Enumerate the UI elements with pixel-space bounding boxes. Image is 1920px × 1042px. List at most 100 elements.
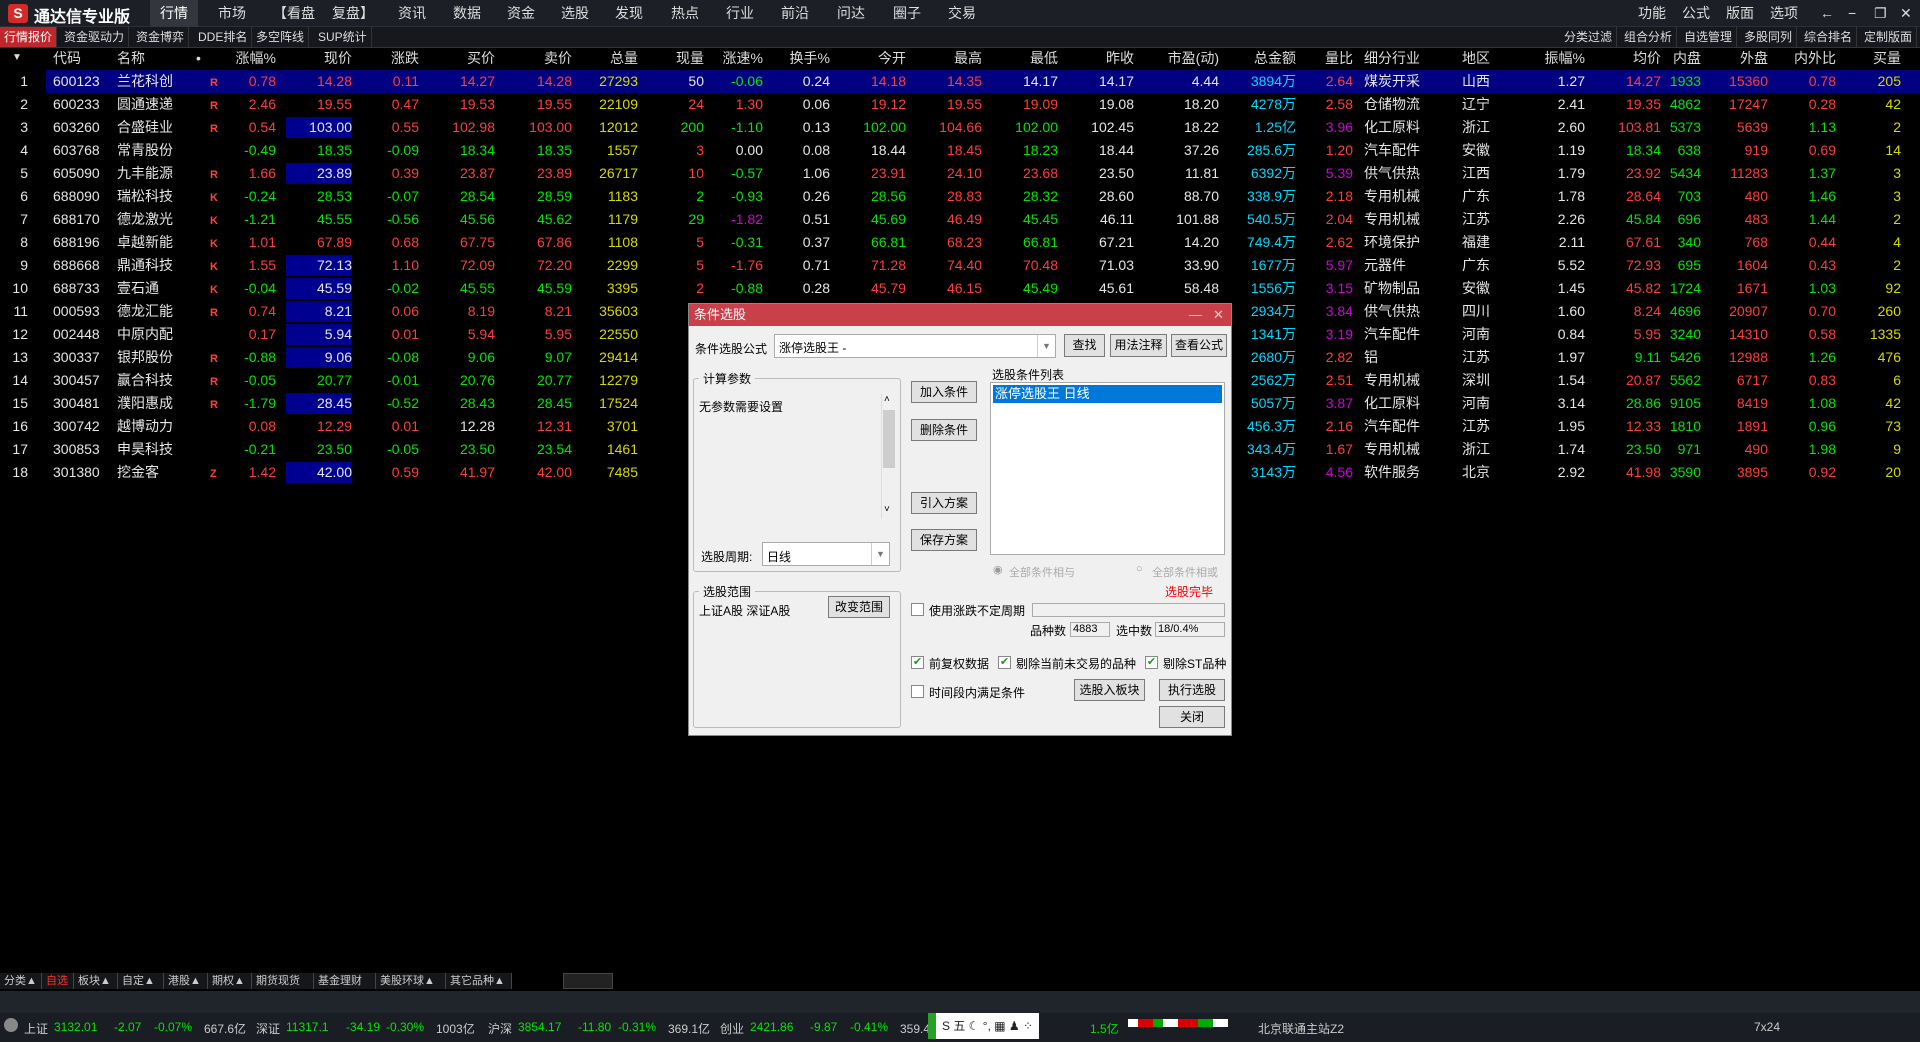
stock-code[interactable]: 300481 <box>53 392 100 415</box>
header-col-18[interactable]: 振幅% <box>1545 48 1585 68</box>
header-col-1[interactable]: 现价 <box>324 48 352 68</box>
toolbar-tab-0[interactable]: 行情报价 <box>0 27 58 47</box>
period-select[interactable]: 日线 ▼ <box>762 542 890 566</box>
stock-name[interactable]: 中原内配 <box>117 323 173 346</box>
menu-right-1[interactable]: 公式 <box>1672 0 1720 27</box>
header-col-22[interactable]: 内外比 <box>1794 48 1836 68</box>
menu-13[interactable]: 圈子 <box>883 0 931 27</box>
toolbar-tab-3[interactable]: DDE排名 <box>194 27 253 47</box>
header-col-2[interactable]: 涨跌 <box>391 48 419 68</box>
stock-name[interactable]: 圆通速递 <box>117 93 173 116</box>
stock-code[interactable]: 688196 <box>53 231 100 254</box>
header-code[interactable]: 代码 <box>53 48 81 68</box>
header-col-4[interactable]: 卖价 <box>544 48 572 68</box>
menu-12[interactable]: 问达 <box>827 0 875 27</box>
toolbar-right-3[interactable]: 多股同列 <box>1740 27 1798 47</box>
stock-name[interactable]: 鼎通科技 <box>117 254 173 277</box>
save-to-block-button[interactable]: 选股入板块 <box>1074 679 1145 701</box>
menu-4[interactable]: 资讯 <box>388 0 436 27</box>
header-col-0[interactable]: 涨幅% <box>236 48 276 68</box>
header-col-3[interactable]: 买价 <box>467 48 495 68</box>
header-col-9[interactable]: 今开 <box>878 48 906 68</box>
bottom-tab-6[interactable]: 期货现货▲ <box>252 973 314 1003</box>
execute-selection-button[interactable]: 执行选股 <box>1159 679 1225 701</box>
scroll-down-icon[interactable]: ˅ <box>884 504 890 515</box>
condition-list-item[interactable]: 涨停选股王 日线 <box>993 385 1222 403</box>
stock-name[interactable]: 申昊科技 <box>117 438 173 461</box>
bottom-tab-5[interactable]: 期权▲ <box>208 973 252 989</box>
header-col-17[interactable]: 地区 <box>1462 48 1490 68</box>
menu-10[interactable]: 行业 <box>716 0 764 27</box>
bottom-tab-1[interactable]: 自选 <box>42 973 74 989</box>
toolbar-tab-2[interactable]: 资金博弈 <box>132 27 190 47</box>
stock-code[interactable]: 600123 <box>53 70 100 93</box>
bottom-tab-3[interactable]: 自定▲ <box>118 973 164 989</box>
header-col-14[interactable]: 总金额 <box>1254 48 1296 68</box>
ime-toolbar[interactable]: S 五 ☾ °, ▦ ♟ ⁘ <box>928 1013 1040 1039</box>
bottom-tab-4[interactable]: 港股▲ <box>164 973 208 989</box>
header-col-19[interactable]: 均价 <box>1633 48 1661 68</box>
toolbar-right-2[interactable]: 自选管理 <box>1680 27 1738 47</box>
toolbar-right-4[interactable]: 综合排名 <box>1800 27 1858 47</box>
stock-code[interactable]: 300457 <box>53 369 100 392</box>
stock-code[interactable]: 603768 <box>53 139 100 162</box>
stock-code[interactable]: 688668 <box>53 254 100 277</box>
sort-icon[interactable]: ▼ <box>12 48 22 68</box>
minimize-button[interactable]: − <box>1838 0 1866 27</box>
stock-name[interactable]: 濮阳惠成 <box>117 392 173 415</box>
menu-7[interactable]: 选股 <box>551 0 599 27</box>
menu-6[interactable]: 资金 <box>497 0 545 27</box>
toolbar-tab-5[interactable]: SUP统计 <box>314 27 372 47</box>
bottom-tab-8[interactable]: 美股环球▲ <box>376 973 446 989</box>
use-period-checkbox[interactable] <box>911 603 924 616</box>
news-7x24[interactable]: 7x24 <box>1754 1020 1780 1034</box>
exclude-untraded-checkbox[interactable]: ✔ <box>998 656 1011 669</box>
save-scheme-button[interactable]: 保存方案 <box>911 529 977 551</box>
delete-condition-button[interactable]: 删除条件 <box>911 419 977 441</box>
menu-right-2[interactable]: 版面 <box>1716 0 1764 27</box>
header-col-23[interactable]: 买量 <box>1873 48 1901 68</box>
tab-scroll[interactable] <box>563 973 613 989</box>
header-col-5[interactable]: 总量 <box>610 48 638 68</box>
view-formula-button[interactable]: 查看公式 <box>1171 334 1227 357</box>
stock-name[interactable]: 银邦股份 <box>117 346 173 369</box>
minimize-icon[interactable]: — <box>1189 304 1202 326</box>
stock-code[interactable]: 688170 <box>53 208 100 231</box>
chevron-down-icon[interactable]: ▼ <box>871 543 889 565</box>
menu-11[interactable]: 前沿 <box>771 0 819 27</box>
header-col-13[interactable]: 市盈(动) <box>1168 48 1219 68</box>
header-col-20[interactable]: 内盘 <box>1673 48 1701 68</box>
scroll-thumb[interactable] <box>883 410 895 468</box>
menu-14[interactable]: 交易 <box>938 0 986 27</box>
header-col-11[interactable]: 最低 <box>1030 48 1058 68</box>
stock-name[interactable]: 九丰能源 <box>117 162 173 185</box>
stock-code[interactable]: 600233 <box>53 93 100 116</box>
change-range-button[interactable]: 改变范围 <box>828 596 890 618</box>
toolbar-right-0[interactable]: 分类过滤 <box>1560 27 1618 47</box>
header-col-7[interactable]: 涨速% <box>723 48 763 68</box>
stock-code[interactable]: 300337 <box>53 346 100 369</box>
header-name[interactable]: 名称 <box>117 48 145 68</box>
find-button[interactable]: 查找 <box>1064 334 1105 357</box>
stock-code[interactable]: 603260 <box>53 116 100 139</box>
stock-code[interactable]: 000593 <box>53 300 100 323</box>
header-col-12[interactable]: 昨收 <box>1106 48 1134 68</box>
header-col-16[interactable]: 细分行业 <box>1364 48 1420 68</box>
stock-name[interactable]: 常青股份 <box>117 139 173 162</box>
menu-3[interactable]: 复盘】 <box>322 0 384 27</box>
stock-name[interactable]: 壹石通 <box>117 277 159 300</box>
header-col-21[interactable]: 外盘 <box>1740 48 1768 68</box>
menu-right-0[interactable]: 功能 <box>1628 0 1676 27</box>
header-col-8[interactable]: 换手% <box>790 48 830 68</box>
add-condition-button[interactable]: 加入条件 <box>911 381 977 403</box>
stock-name[interactable]: 越博动力 <box>117 415 173 438</box>
stock-name[interactable]: 卓越新能 <box>117 231 173 254</box>
fq-checkbox[interactable]: ✔ <box>911 656 924 669</box>
stock-name[interactable]: 赢合科技 <box>117 369 173 392</box>
header-col-6[interactable]: 现量 <box>676 48 704 68</box>
radio-or[interactable]: ○ <box>1136 563 1143 575</box>
toolbar-tab-1[interactable]: 资金驱动力 <box>60 27 130 47</box>
menu-8[interactable]: 发现 <box>605 0 653 27</box>
server-name[interactable]: 北京联通主站Z2 <box>1258 1020 1344 1037</box>
scroll-up-icon[interactable]: ˄ <box>884 394 890 405</box>
